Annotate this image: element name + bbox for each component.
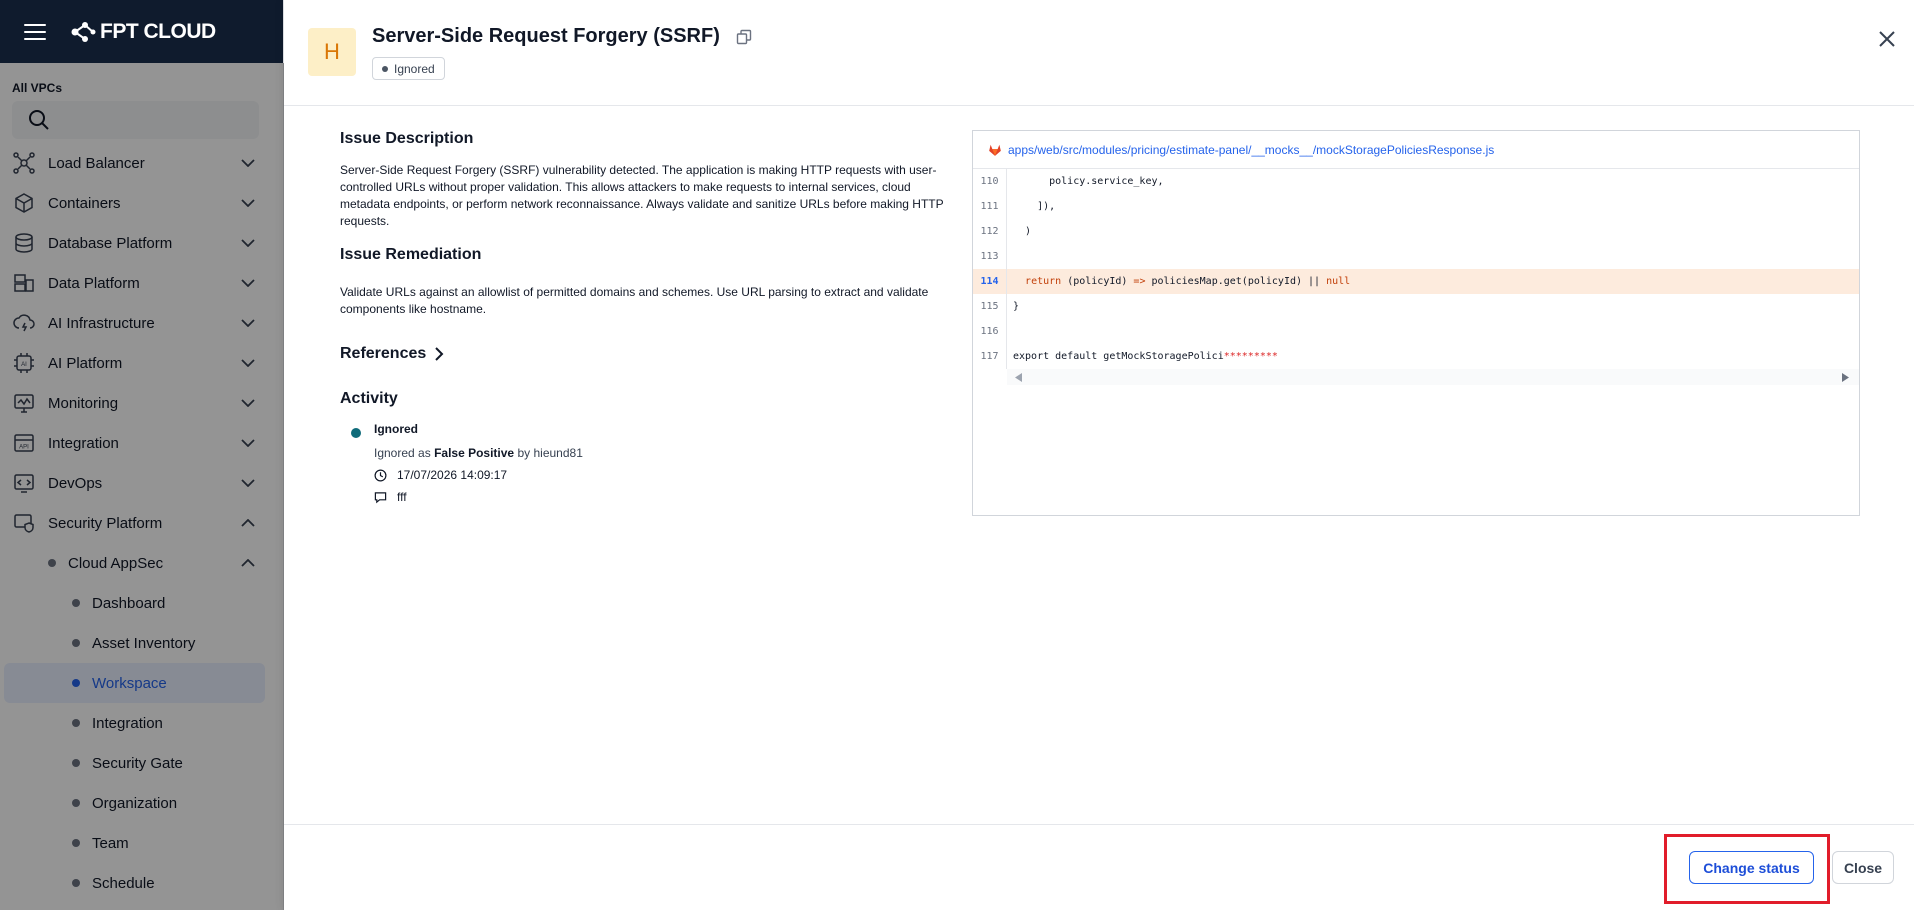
description-text: Server-Side Request Forgery (SSRF) vulne… [340,163,944,228]
line-number: 112 [973,219,1007,244]
status-label: Ignored [394,61,435,76]
code-line-highlighted: 114 return (policyId) => policiesMap.get… [973,269,1859,294]
code-keyword: return [1025,276,1062,287]
activity-by: by [517,446,531,460]
activity-reason: False Positive [434,446,515,460]
references-heading: References [340,345,427,362]
line-number: 117 [973,344,1007,369]
code-body: 110 policy.service_key, 111 ]), 112 ) 11… [973,169,1859,385]
code-line: 112 ) [973,219,1859,244]
issue-title: Server-Side Request Forgery (SSRF) [372,25,720,47]
code-line: 110 policy.service_key, [973,169,1859,194]
chevron-right-icon [435,347,444,361]
timeline-dot [351,428,361,438]
code-text: ) [1013,226,1032,237]
activity-user: hieund81 [533,446,583,460]
code-fragment: policiesMap.get(policyId) || [1145,276,1327,287]
brand-logo[interactable]: FPT CLOUD [70,20,216,44]
modal-backdrop[interactable] [0,63,284,910]
change-status-button[interactable]: Change status [1689,851,1814,884]
gitlab-icon [989,144,1001,156]
close-icon[interactable] [1874,26,1900,52]
clock-icon [374,469,387,481]
code-line: 116 [973,319,1859,344]
scroll-right-icon[interactable] [1841,372,1849,382]
line-number: 114 [973,269,1007,294]
drawer-footer: Change status Close [284,824,1914,910]
code-line: 113 [973,244,1859,269]
hamburger-menu-icon[interactable] [24,23,46,40]
line-number: 110 [973,169,1007,194]
code-line: 111 ]), [973,194,1859,219]
severity-badge: H [308,28,356,76]
drawer-header: H Server-Side Request Forgery (SSRF) Ign… [284,0,1914,106]
brand-name: FPT CLOUD [100,19,216,43]
remediation-text: Validate URLs against an allowlist of pe… [340,285,929,316]
code-keyword: null [1326,276,1351,287]
activity-timestamp: 17/07/2026 14:09:17 [397,468,508,482]
code-text: export default getMockStoragePolici*****… [1007,351,1278,362]
line-number: 115 [973,294,1007,319]
code-file-header: apps/web/src/modules/pricing/estimate-pa… [973,131,1859,169]
logo-mark-icon [71,21,96,42]
activity-comment: fff [397,490,407,504]
status-dot [382,65,388,72]
status-badge: Ignored [372,57,445,80]
line-number: 111 [973,194,1007,219]
top-bar: FPT CLOUD [0,0,283,63]
code-line: 115} [973,294,1859,319]
code-text: policy.service_key, [1013,176,1164,187]
code-fragment: export default getMockStoragePolici [1013,351,1224,362]
code-text: return (policyId) => policiesMap.get(pol… [1007,276,1350,287]
horizontal-scrollbar[interactable] [1007,369,1859,385]
line-number: 113 [973,244,1007,269]
comment-icon [374,491,387,503]
activity-prefix: Ignored as [374,446,431,460]
line-number: 116 [973,319,1007,344]
code-line: 117 export default getMockStoragePolici**… [973,344,1859,369]
code-arrow: => [1133,276,1146,287]
code-snippet-panel: apps/web/src/modules/pricing/estimate-pa… [972,130,1860,516]
file-path-link[interactable]: apps/web/src/modules/pricing/estimate-pa… [1008,143,1494,157]
code-text: } [1013,301,1020,312]
issue-title-row: Server-Side Request Forgery (SSRF) [372,25,754,48]
masked-secret: ********* [1223,351,1278,362]
code-fragment: (policyId) [1061,276,1134,287]
code-text: ]), [1013,201,1056,212]
scroll-left-icon[interactable] [1015,372,1023,382]
copy-icon[interactable] [734,27,754,47]
issue-detail-drawer: H Server-Side Request Forgery (SSRF) Ign… [284,0,1914,910]
close-button[interactable]: Close [1832,851,1894,884]
